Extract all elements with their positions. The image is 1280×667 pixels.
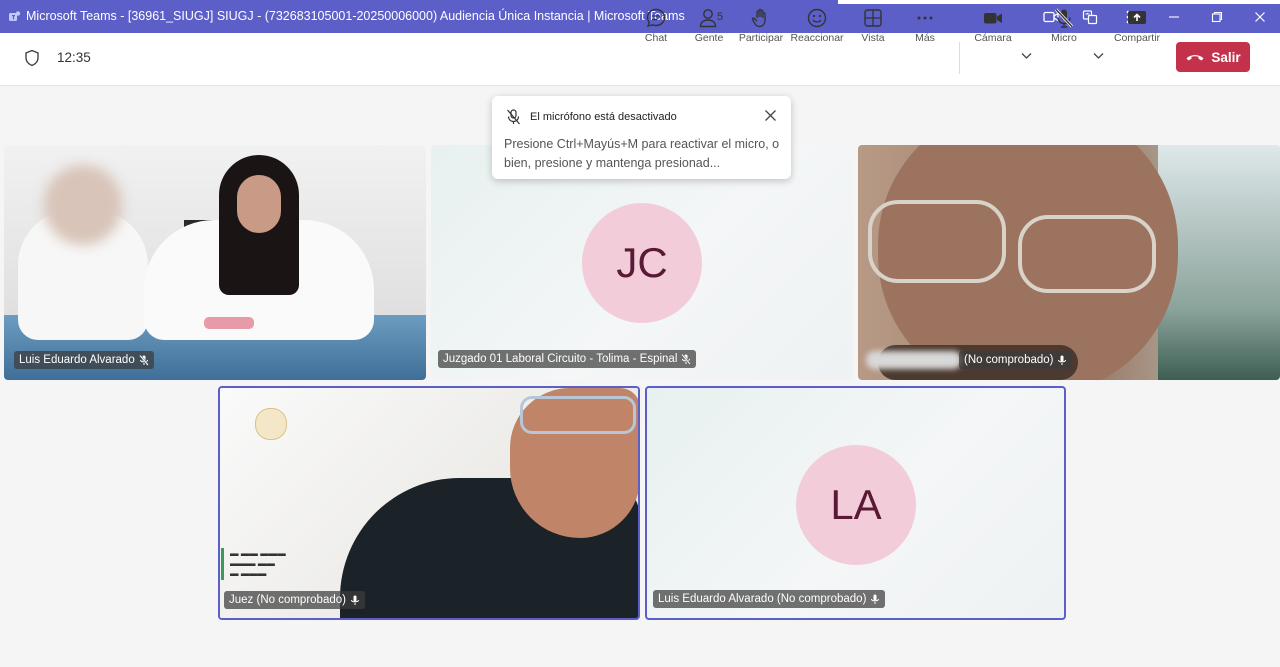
participant-name: Juez (No comprobado) (229, 594, 346, 606)
participant-name-pill: Luis Eduardo Alvarado (No comprobado) (653, 590, 886, 608)
participant-name-pill: (No comprobado) (959, 351, 1073, 369)
camera-button[interactable]: Cámara (963, 7, 1023, 51)
banner-graphic: ▬ ▬▬ ▬▬▬ ▬▬▬ ▬▬ ▬ ▬▬▬ (230, 548, 286, 578)
share-label: Compartir (1113, 32, 1161, 44)
video-face (237, 175, 281, 233)
video-glasses (520, 396, 636, 434)
teams-app-icon (9, 11, 21, 21)
more-button[interactable]: Más (895, 7, 955, 51)
chat-icon (646, 8, 666, 28)
mic-icon (1058, 355, 1067, 365)
mic-muted-notification: El micrófono está desactivado Presione C… (492, 96, 791, 179)
more-label: Más (915, 32, 935, 44)
blurred-name (866, 351, 962, 369)
participant-name: (No comprobado) (964, 354, 1054, 366)
toolbar-divider (959, 42, 960, 74)
avatar: LA (796, 445, 916, 565)
avatar: JC (582, 203, 702, 323)
mic-off-icon (1054, 8, 1074, 28)
view-button[interactable]: Vista (843, 7, 903, 51)
raise-hand-label: Participar (738, 32, 784, 44)
chat-button[interactable]: Chat (626, 7, 686, 51)
minimize-icon[interactable] (1164, 8, 1184, 26)
mic-options-chevron-icon[interactable] (1093, 52, 1104, 60)
window-title: Microsoft Teams - [36961_SIUGJ] SIUGJ - … (26, 9, 685, 23)
smiley-icon (807, 8, 827, 28)
video-blurred-face (44, 165, 122, 245)
mic-label: Micro (1051, 32, 1077, 44)
people-label: Gente (694, 32, 724, 44)
hand-icon (751, 8, 766, 28)
participant-avatar-tile[interactable]: JC Juzgado 01 Laboral Circuito - Tolima … (431, 145, 853, 380)
hang-up-icon (1186, 55, 1204, 61)
participant-name-pill: Juzgado 01 Laboral Circuito - Tolima - E… (438, 350, 697, 368)
view-label: Vista (861, 32, 885, 44)
notification-title: El micrófono está desactivado (530, 111, 677, 123)
notification-body: Presione Ctrl+Mayús+M para reactivar el … (504, 137, 780, 170)
close-icon[interactable] (764, 109, 777, 122)
participant-video-tile[interactable]: Luis Eduardo Alvarado (4, 145, 426, 380)
leave-button[interactable]: Salir (1176, 42, 1250, 72)
mic-button[interactable]: Micro (1034, 7, 1094, 51)
close-window-icon[interactable] (1250, 8, 1270, 26)
people-count: 5 (717, 11, 724, 23)
mic-muted-icon (681, 353, 692, 365)
ellipsis-icon (917, 16, 933, 20)
participant-name-pill: Juez (No comprobado) (224, 591, 365, 609)
share-button[interactable]: Compartir (1107, 7, 1167, 51)
mic-icon (871, 594, 880, 604)
participant-avatar-tile[interactable]: LA Luis Eduardo Alvarado (No comprobado) (645, 386, 1066, 620)
restore-icon[interactable] (1207, 8, 1227, 26)
participant-video-tile[interactable]: ▬ ▬▬ ▬▬▬ ▬▬▬ ▬▬ ▬ ▬▬▬ Juez (No comprobado) (218, 386, 640, 620)
react-label: Reaccionar (790, 32, 844, 44)
camera-options-chevron-icon[interactable] (1021, 52, 1032, 60)
titlebar-highlight (838, 0, 1280, 4)
video-camera-icon (984, 13, 1002, 24)
camera-label: Cámara (974, 32, 1012, 44)
meeting-timer: 12:35 (57, 50, 91, 65)
mic-off-icon (507, 109, 520, 125)
people-button[interactable]: 5 Gente (679, 7, 739, 51)
leave-label: Salir (1211, 49, 1241, 65)
video-phone (204, 317, 254, 329)
mic-icon (350, 595, 359, 605)
participant-name: Luis Eduardo Alvarado (No comprobado) (658, 593, 867, 605)
participant-video-tile[interactable]: (No comprobado) (858, 145, 1280, 380)
raise-hand-button[interactable]: Participar (731, 7, 791, 51)
react-button[interactable]: Reaccionar (787, 7, 847, 51)
participant-name: Luis Eduardo Alvarado (19, 354, 135, 366)
banner-accent (221, 548, 224, 580)
share-screen-icon (1128, 11, 1146, 24)
mic-muted-icon (138, 354, 149, 366)
chat-label: Chat (644, 32, 668, 44)
participant-name: Juzgado 01 Laboral Circuito - Tolima - E… (443, 353, 678, 365)
shield-icon[interactable] (24, 49, 40, 67)
video-glasses-left (868, 200, 1006, 283)
grid-view-icon (864, 9, 882, 27)
video-glasses-right (1018, 215, 1156, 293)
court-seal-logo (255, 408, 287, 440)
participant-name-pill: Luis Eduardo Alvarado (14, 351, 154, 369)
